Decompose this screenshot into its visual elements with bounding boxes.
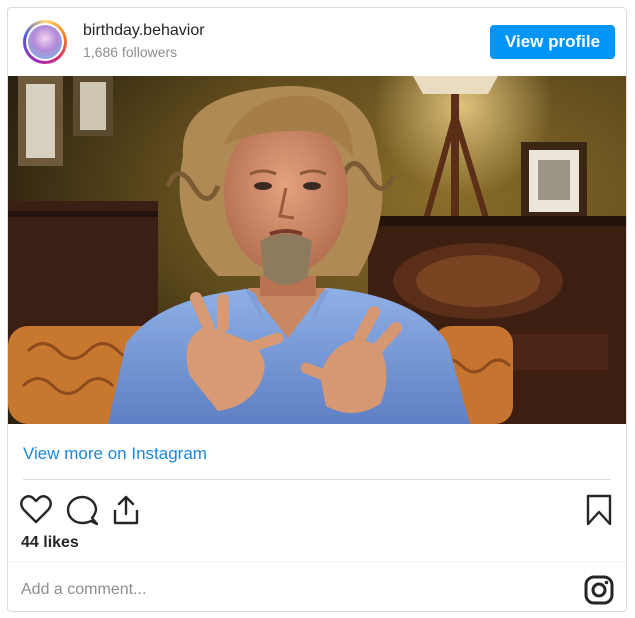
- share-icon[interactable]: [110, 494, 142, 531]
- avatar-image: [28, 25, 62, 59]
- instagram-icon[interactable]: [584, 575, 614, 610]
- action-bar: [8, 480, 626, 530]
- instagram-embed-card: birthday.behavior 1,686 followers View p…: [7, 7, 627, 612]
- bookmark-icon[interactable]: [586, 494, 612, 531]
- add-comment-field[interactable]: Add a comment...: [21, 581, 146, 599]
- heart-icon[interactable]: [20, 494, 52, 529]
- comment-row: Add a comment...: [8, 562, 626, 611]
- post-photo[interactable]: [8, 76, 626, 424]
- likes-count: 44 likes: [21, 534, 79, 551]
- view-more-row: View more on Instagram: [8, 424, 626, 480]
- comment-bubble-icon[interactable]: [66, 494, 99, 531]
- view-more-link[interactable]: View more on Instagram: [23, 444, 207, 464]
- view-profile-button[interactable]: View profile: [490, 25, 615, 59]
- followers-count: 1,686 followers: [83, 44, 178, 60]
- post-photo-illustration: [8, 76, 626, 424]
- profile-avatar[interactable]: [23, 20, 67, 64]
- post-header: birthday.behavior 1,686 followers View p…: [8, 8, 626, 76]
- username-link[interactable]: birthday.behavior: [83, 22, 205, 40]
